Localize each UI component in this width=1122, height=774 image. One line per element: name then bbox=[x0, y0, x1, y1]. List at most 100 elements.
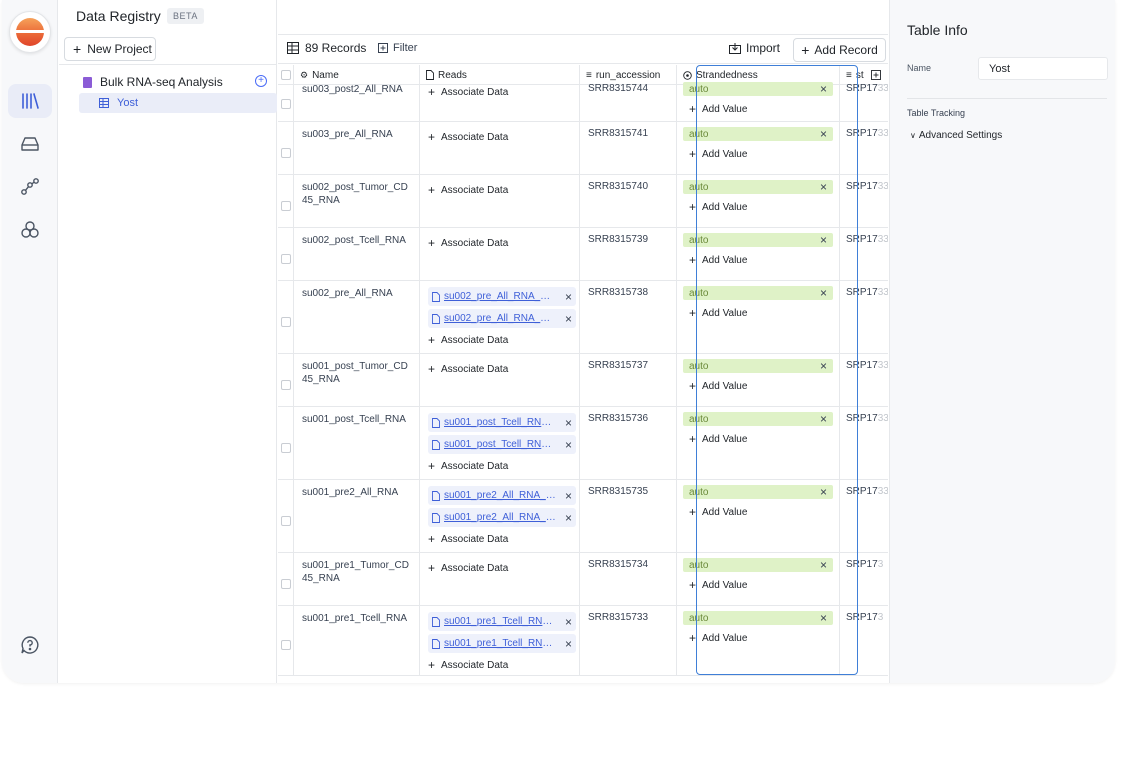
name-cell[interactable]: su003_pre_All_RNA bbox=[294, 122, 420, 174]
remove-file-icon[interactable]: × bbox=[565, 438, 572, 452]
table-item-yost[interactable]: Yost bbox=[79, 93, 277, 113]
reads-cell[interactable]: + Associate Data bbox=[420, 228, 580, 280]
row-checkbox[interactable] bbox=[281, 380, 291, 390]
reads-cell[interactable]: + Associate Data bbox=[420, 354, 580, 406]
reads-cell[interactable]: + Associate Data bbox=[420, 122, 580, 174]
table-row[interactable]: su001_post_Tcell_RNA su001_post_Tcell_RN… bbox=[278, 407, 888, 480]
add-record-button[interactable]: + Add Record bbox=[793, 38, 886, 62]
import-button[interactable]: Import bbox=[729, 41, 780, 55]
strandedness-cell[interactable]: auto × + Add Value bbox=[677, 407, 840, 479]
strandedness-pill[interactable]: auto × bbox=[683, 485, 833, 499]
reads-cell[interactable]: su001_pre2_All_RNA_S1_... × su001_pre2_A… bbox=[420, 480, 580, 552]
name-cell[interactable]: su001_pre2_All_RNA bbox=[294, 480, 420, 552]
remove-value-icon[interactable]: × bbox=[820, 82, 827, 96]
table-row[interactable]: su002_post_Tumor_CD45_RNA + Associate Da… bbox=[278, 175, 888, 228]
st-cell[interactable]: SRP173 bbox=[840, 606, 888, 675]
read-file-name[interactable]: su001_post_Tcell_RNA_S... bbox=[444, 417, 556, 428]
read-file-name[interactable]: su001_post_Tcell_RNA_S... bbox=[444, 439, 556, 450]
read-file-name[interactable]: su001_pre2_All_RNA_S1_... bbox=[444, 490, 556, 501]
run-accession-cell[interactable]: SRR8315734 bbox=[580, 553, 677, 605]
add-value-button[interactable]: + Add Value bbox=[683, 631, 833, 645]
remove-value-icon[interactable]: × bbox=[820, 611, 827, 625]
add-value-button[interactable]: + Add Value bbox=[683, 306, 833, 320]
strandedness-pill[interactable]: auto × bbox=[683, 558, 833, 572]
st-cell[interactable]: SRP1733 bbox=[840, 407, 888, 479]
strandedness-cell[interactable]: auto × + Add Value bbox=[677, 175, 840, 227]
row-checkbox[interactable] bbox=[281, 317, 291, 327]
add-value-button[interactable]: + Add Value bbox=[683, 505, 833, 519]
add-value-button[interactable]: + Add Value bbox=[683, 379, 833, 393]
associate-data-button[interactable]: + Associate Data bbox=[428, 331, 575, 349]
run-accession-cell[interactable]: SRR8315740 bbox=[580, 175, 677, 227]
run-accession-cell[interactable]: SRR8315741 bbox=[580, 122, 677, 174]
run-accession-cell[interactable]: SRR8315737 bbox=[580, 354, 677, 406]
help-button[interactable] bbox=[8, 628, 52, 662]
strandedness-cell[interactable]: auto × + Add Value bbox=[677, 77, 840, 121]
table-row[interactable]: su001_pre1_Tcell_RNA su001_pre1_Tcell_RN… bbox=[278, 606, 888, 676]
strandedness-pill[interactable]: auto × bbox=[683, 127, 833, 141]
name-cell[interactable]: su002_post_Tcell_RNA bbox=[294, 228, 420, 280]
strandedness-cell[interactable]: auto × + Add Value bbox=[677, 354, 840, 406]
strandedness-pill[interactable]: auto × bbox=[683, 180, 833, 194]
associate-data-button[interactable]: + Associate Data bbox=[428, 656, 575, 674]
associate-data-button[interactable]: + Associate Data bbox=[428, 530, 575, 548]
reads-cell[interactable]: su002_pre_All_RNA_S1_L... × su002_pre_Al… bbox=[420, 281, 580, 353]
table-row[interactable]: su002_post_Tcell_RNA + Associate Data SR… bbox=[278, 228, 888, 281]
row-checkbox[interactable] bbox=[281, 443, 291, 453]
remove-value-icon[interactable]: × bbox=[820, 286, 827, 300]
st-cell[interactable]: SRP1733 bbox=[840, 354, 888, 406]
strandedness-pill[interactable]: auto × bbox=[683, 233, 833, 247]
st-cell[interactable]: SRP1733 bbox=[840, 77, 888, 121]
row-checkbox[interactable] bbox=[281, 254, 291, 264]
read-file-chip[interactable]: su002_pre_All_RNA_S1_L... × bbox=[428, 287, 576, 306]
remove-value-icon[interactable]: × bbox=[820, 485, 827, 499]
strandedness-cell[interactable]: auto × + Add Value bbox=[677, 281, 840, 353]
run-accession-cell[interactable]: SRR8315744 bbox=[580, 77, 677, 121]
table-row[interactable]: su001_post_Tumor_CD45_RNA + Associate Da… bbox=[278, 354, 888, 407]
workflow-nav-button[interactable] bbox=[8, 170, 52, 204]
row-checkbox[interactable] bbox=[281, 99, 291, 109]
read-file-chip[interactable]: su001_pre1_Tcell_RNA_S... × bbox=[428, 612, 576, 631]
st-cell[interactable]: SRP173 bbox=[840, 553, 888, 605]
read-file-chip[interactable]: su002_pre_All_RNA_S1_L... × bbox=[428, 309, 576, 328]
filter-button[interactable]: Filter bbox=[378, 42, 417, 54]
strandedness-pill[interactable]: auto × bbox=[683, 412, 833, 426]
advanced-settings-toggle[interactable]: ∨ Advanced Settings bbox=[910, 130, 1002, 141]
st-cell[interactable]: SRP1733 bbox=[840, 122, 888, 174]
row-checkbox[interactable] bbox=[281, 579, 291, 589]
read-file-chip[interactable]: su001_pre1_Tcell_RNA_S... × bbox=[428, 634, 576, 653]
read-file-name[interactable]: su002_pre_All_RNA_S1_L... bbox=[444, 313, 556, 324]
associate-data-button[interactable]: + Associate Data bbox=[428, 83, 575, 101]
name-cell[interactable]: su001_pre1_Tcell_RNA bbox=[294, 606, 420, 675]
name-cell[interactable]: su002_post_Tumor_CD45_RNA bbox=[294, 175, 420, 227]
remove-file-icon[interactable]: × bbox=[565, 290, 572, 304]
read-file-chip[interactable]: su001_pre2_All_RNA_S1_... × bbox=[428, 508, 576, 527]
table-row[interactable]: su001_pre2_All_RNA su001_pre2_All_RNA_S1… bbox=[278, 480, 888, 553]
reads-cell[interactable]: + Associate Data bbox=[420, 553, 580, 605]
add-value-button[interactable]: + Add Value bbox=[683, 578, 833, 592]
add-table-icon[interactable]: + bbox=[255, 75, 267, 87]
molecule-nav-button[interactable] bbox=[8, 213, 52, 247]
name-cell[interactable]: su001_post_Tcell_RNA bbox=[294, 407, 420, 479]
associate-data-button[interactable]: + Associate Data bbox=[428, 360, 575, 378]
associate-data-button[interactable]: + Associate Data bbox=[428, 181, 575, 199]
name-cell[interactable]: su001_pre1_Tumor_CD45_RNA bbox=[294, 553, 420, 605]
name-cell[interactable]: su002_pre_All_RNA bbox=[294, 281, 420, 353]
strandedness-cell[interactable]: auto × + Add Value bbox=[677, 606, 840, 675]
reads-cell[interactable]: + Associate Data bbox=[420, 77, 580, 121]
strandedness-pill[interactable]: auto × bbox=[683, 82, 833, 96]
library-nav-button[interactable] bbox=[8, 84, 52, 118]
table-name-field[interactable]: Yost bbox=[978, 57, 1108, 80]
remove-value-icon[interactable]: × bbox=[820, 359, 827, 373]
associate-data-button[interactable]: + Associate Data bbox=[428, 234, 575, 252]
read-file-name[interactable]: su001_pre1_Tcell_RNA_S... bbox=[444, 616, 556, 627]
reads-cell[interactable]: su001_pre1_Tcell_RNA_S... × su001_pre1_T… bbox=[420, 606, 580, 675]
read-file-name[interactable]: su002_pre_All_RNA_S1_L... bbox=[444, 291, 556, 302]
add-value-button[interactable]: + Add Value bbox=[683, 102, 833, 116]
st-cell[interactable]: SRP1733 bbox=[840, 228, 888, 280]
name-cell[interactable]: su001_post_Tumor_CD45_RNA bbox=[294, 354, 420, 406]
run-accession-cell[interactable]: SRR8315735 bbox=[580, 480, 677, 552]
read-file-chip[interactable]: su001_pre2_All_RNA_S1_... × bbox=[428, 486, 576, 505]
add-value-button[interactable]: + Add Value bbox=[683, 253, 833, 267]
strandedness-cell[interactable]: auto × + Add Value bbox=[677, 228, 840, 280]
